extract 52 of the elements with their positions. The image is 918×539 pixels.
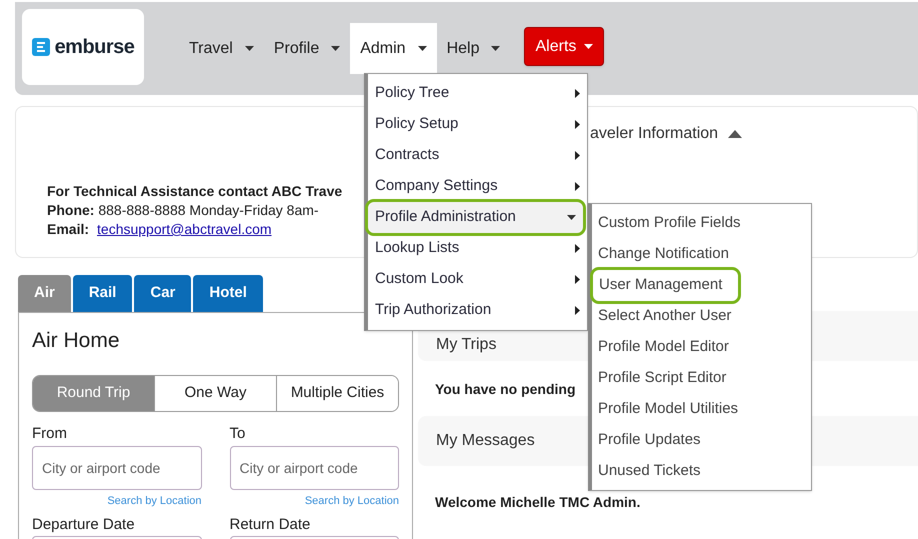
submenu-item[interactable]: Change Notification (592, 239, 735, 270)
admin-menu-item[interactable]: Custom Look (368, 264, 587, 295)
caret-right-icon (575, 89, 580, 98)
booking-tab[interactable]: Rail (72, 275, 132, 312)
caret-right-icon (575, 151, 580, 160)
section-text: Welcome Michelle TMC Admin. (435, 494, 640, 510)
caret-down-icon (584, 44, 594, 49)
admin-menu-item[interactable]: Contracts (368, 140, 587, 171)
admin-menu-item[interactable]: Profile Administration (368, 202, 583, 233)
contact-text: Phone: 888-888-8888 Monday-Friday 8am- (47, 201, 319, 220)
caret-right-icon (575, 306, 580, 315)
submenu-item[interactable]: Profile Model Editor (592, 332, 735, 363)
nav-menu-item[interactable]: Travel (179, 23, 264, 74)
admin-menu-item[interactable]: Lookup Lists (368, 233, 587, 264)
booking-tab[interactable]: Hotel (193, 275, 263, 312)
field-label: To (230, 424, 246, 444)
panel-title: Air Home (32, 328, 121, 354)
submenu-item[interactable]: Custom Profile Fields (592, 208, 747, 239)
admin-menu-item[interactable]: Policy Setup (368, 109, 587, 140)
submenu-item[interactable]: Profile Updates (592, 425, 707, 456)
caret-down-icon (244, 46, 254, 51)
caret-right-icon (575, 182, 580, 191)
nav-menu-item[interactable]: Admin (350, 23, 437, 74)
submenu-item[interactable]: User Management (593, 270, 738, 301)
section-text: You have no pending (435, 381, 576, 397)
field-label: Departure Date (32, 515, 136, 535)
booking-tab[interactable]: Car (134, 275, 192, 312)
location-field[interactable]: City or airport code (32, 446, 202, 490)
admin-menu-item[interactable]: Policy Tree (368, 78, 587, 109)
logo-icon (32, 38, 50, 56)
caret-down-icon (491, 46, 500, 51)
caret-down-icon (418, 46, 427, 51)
nav-menu-item[interactable]: Profile (264, 23, 350, 74)
contact-text: For Technical Assistance contact ABC Trave (47, 182, 342, 201)
field-label: From (32, 424, 68, 444)
nav-menu-item[interactable]: Help (436, 23, 510, 74)
caret-right-icon (575, 244, 580, 253)
location-field[interactable]: City or airport code (230, 446, 399, 490)
email-link[interactable]: techsupport@abctravel.com (97, 220, 272, 239)
caret-right-icon (575, 275, 580, 284)
caret-down-icon (331, 46, 340, 51)
caret-down-icon (567, 215, 576, 220)
caret-right-icon (575, 120, 580, 129)
submenu-item[interactable]: Profile Script Editor (592, 363, 732, 394)
email-label: Email: (47, 220, 90, 239)
logo-text: emburse (54, 35, 134, 60)
trip-type-option[interactable]: Multiple Cities (276, 376, 398, 410)
field-label: Return Date (230, 515, 312, 535)
caret-up-icon (728, 130, 742, 138)
alerts-button[interactable]: Alerts (524, 27, 604, 66)
admin-menu-item[interactable]: Company Settings (368, 171, 587, 202)
traveler-information-toggle[interactable]: aveler Information (590, 122, 742, 146)
